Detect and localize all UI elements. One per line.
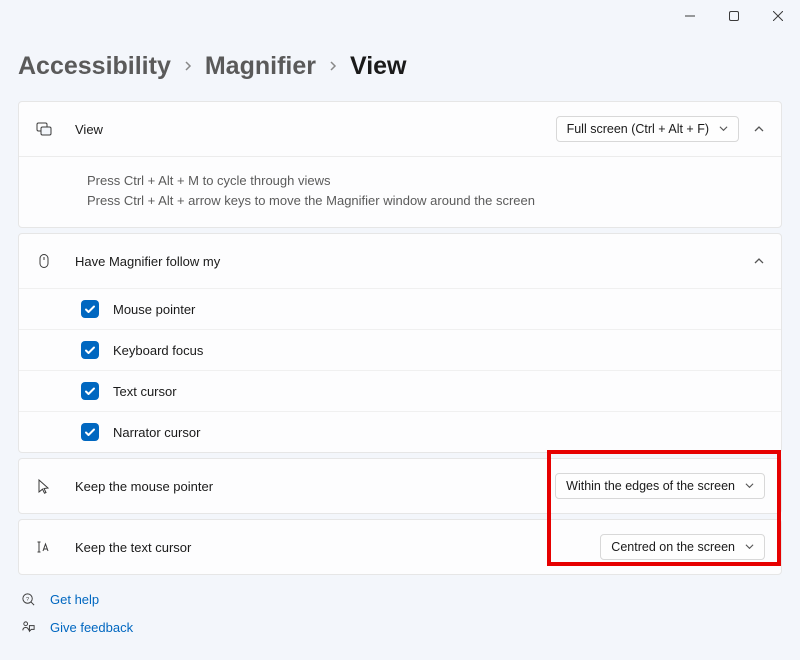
follow-label: Have Magnifier follow my <box>75 254 739 269</box>
hint-line-1: Press Ctrl + Alt + M to cycle through vi… <box>87 171 765 191</box>
mouse-icon <box>35 252 53 270</box>
mouse-pointer-label: Keep the mouse pointer <box>75 479 555 494</box>
option-label: Narrator cursor <box>113 425 200 440</box>
option-label: Mouse pointer <box>113 302 195 317</box>
minimize-button[interactable] <box>668 0 712 32</box>
checkbox-checked-icon[interactable] <box>81 382 99 400</box>
feedback-icon <box>20 619 36 635</box>
view-mode-select[interactable]: Full screen (Ctrl + Alt + F) <box>556 116 739 142</box>
option-label: Text cursor <box>113 384 177 399</box>
view-header-row[interactable]: View Full screen (Ctrl + Alt + F) <box>19 102 781 156</box>
mouse-pointer-value: Within the edges of the screen <box>566 479 735 493</box>
checkbox-checked-icon[interactable] <box>81 423 99 441</box>
follow-options-list: Mouse pointer Keyboard focus Text cursor… <box>19 288 781 452</box>
breadcrumb-accessibility[interactable]: Accessibility <box>18 52 171 81</box>
text-cursor-row[interactable]: Keep the text cursor Centred on the scre… <box>19 520 781 574</box>
text-cursor-section: Keep the text cursor Centred on the scre… <box>18 519 782 575</box>
mouse-pointer-row[interactable]: Keep the mouse pointer Within the edges … <box>19 459 781 513</box>
window-controls <box>0 0 800 32</box>
view-hints: Press Ctrl + Alt + M to cycle through vi… <box>19 156 781 227</box>
text-cursor-select[interactable]: Centred on the screen <box>600 534 765 560</box>
view-label: View <box>75 122 556 137</box>
chevron-down-icon <box>745 479 754 493</box>
follow-option-keyboard-focus[interactable]: Keyboard focus <box>19 329 781 370</box>
maximize-button[interactable] <box>712 0 756 32</box>
follow-option-mouse-pointer[interactable]: Mouse pointer <box>19 288 781 329</box>
follow-option-text-cursor[interactable]: Text cursor <box>19 370 781 411</box>
text-cursor-label: Keep the text cursor <box>75 540 600 555</box>
chevron-down-icon <box>719 122 728 136</box>
text-cursor-icon <box>35 538 53 556</box>
text-cursor-value: Centred on the screen <box>611 540 735 554</box>
get-help-text: Get help <box>50 592 99 607</box>
chevron-right-icon <box>328 59 338 74</box>
collapse-chevron-icon[interactable] <box>753 123 765 135</box>
collapse-chevron-icon[interactable] <box>753 255 765 267</box>
give-feedback-link[interactable]: Give feedback <box>20 619 780 635</box>
breadcrumb: Accessibility Magnifier View <box>18 52 782 81</box>
chevron-right-icon <box>183 59 193 74</box>
view-section: View Full screen (Ctrl + Alt + F) Press … <box>18 101 782 228</box>
close-button[interactable] <box>756 0 800 32</box>
view-mode-value: Full screen (Ctrl + Alt + F) <box>567 122 709 136</box>
get-help-link[interactable]: ? Get help <box>20 591 780 607</box>
checkbox-checked-icon[interactable] <box>81 341 99 359</box>
help-icon: ? <box>20 591 36 607</box>
hint-line-2: Press Ctrl + Alt + arrow keys to move th… <box>87 191 765 211</box>
follow-option-narrator-cursor[interactable]: Narrator cursor <box>19 411 781 452</box>
give-feedback-text: Give feedback <box>50 620 133 635</box>
option-label: Keyboard focus <box>113 343 203 358</box>
breadcrumb-view: View <box>350 52 407 81</box>
view-icon <box>35 120 53 138</box>
breadcrumb-magnifier[interactable]: Magnifier <box>205 52 316 81</box>
mouse-pointer-section: Keep the mouse pointer Within the edges … <box>18 458 782 514</box>
follow-section: Have Magnifier follow my Mouse pointer K… <box>18 233 782 453</box>
mouse-pointer-select[interactable]: Within the edges of the screen <box>555 473 765 499</box>
svg-text:?: ? <box>26 597 29 603</box>
follow-header-row[interactable]: Have Magnifier follow my <box>19 234 781 288</box>
cursor-icon <box>35 477 53 495</box>
checkbox-checked-icon[interactable] <box>81 300 99 318</box>
chevron-down-icon <box>745 540 754 554</box>
